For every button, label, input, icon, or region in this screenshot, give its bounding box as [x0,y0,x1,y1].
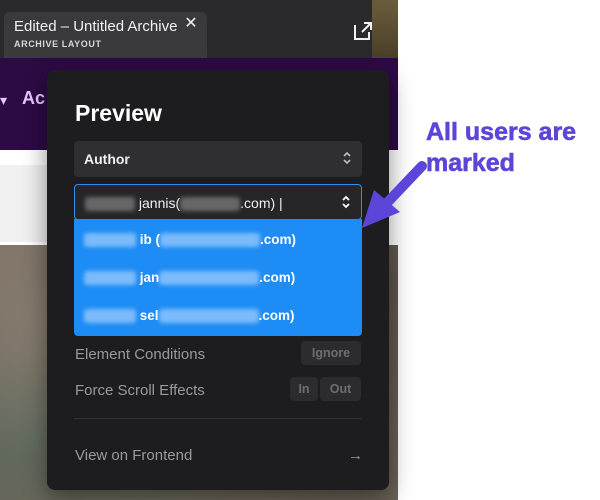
close-icon[interactable]: ✕ [182,15,200,33]
view-on-frontend-link[interactable]: View on Frontend [75,447,192,464]
user-select[interactable]: jannis( .com) | [74,184,362,220]
redacted-text [159,271,260,286]
user-option[interactable]: sel .com) [74,297,362,335]
annotation-text: All users are marked [426,117,596,179]
user-select-suffix: .com) [240,195,276,211]
force-scroll-effects-label: Force Scroll Effects [75,382,205,399]
tab-subtitle: ARCHIVE LAYOUT [14,39,102,49]
preview-popover: Preview Author jannis( .com) | ib (.com) … [47,70,389,490]
ignore-button[interactable]: Ignore [301,341,361,365]
user-option[interactable]: ib (.com) [74,221,362,259]
content-block [0,165,48,242]
divider [74,418,362,419]
annotation-arrow-icon [362,161,427,228]
arrow-right-icon[interactable]: → [348,447,363,464]
chevron-up-down-icon [343,151,351,165]
user-select-text: jannis( [138,195,181,211]
redacted-text [84,233,136,248]
tab-title: Edited – Untitled Archive [14,18,178,35]
redacted-text [84,271,136,286]
header-text: Ac [22,88,46,108]
tab-untitled-archive[interactable]: Edited – Untitled Archive ARCHIVE LAYOUT… [4,12,207,58]
redacted-text [180,197,241,212]
redacted-text [85,197,135,212]
annotation-line-2: marked [426,149,516,178]
author-select[interactable]: Author [74,141,362,177]
chevron-down-icon: ▾ [0,92,8,108]
user-dropdown-list: ib (.com) jan .com) sel .com) [74,219,362,336]
redacted-text [84,309,136,324]
annotation-line-1: All users are [426,118,577,147]
author-select-value: Author [84,151,130,167]
preview-title: Preview [75,100,162,126]
scroll-out-button[interactable]: Out [320,377,361,401]
top-bar: Edited – Untitled Archive ARCHIVE LAYOUT… [0,0,398,59]
canvas-edge [372,0,398,58]
scroll-in-button[interactable]: In [290,377,318,401]
user-option[interactable]: jan .com) [74,259,362,297]
redacted-text [160,233,261,248]
chevron-up-down-icon [342,195,350,209]
redacted-text [158,309,259,324]
external-link-icon[interactable] [352,20,374,42]
user-select-value: jannis( .com) | [85,195,283,212]
text-caret: | [279,195,283,211]
element-conditions-label: Element Conditions [75,346,206,363]
